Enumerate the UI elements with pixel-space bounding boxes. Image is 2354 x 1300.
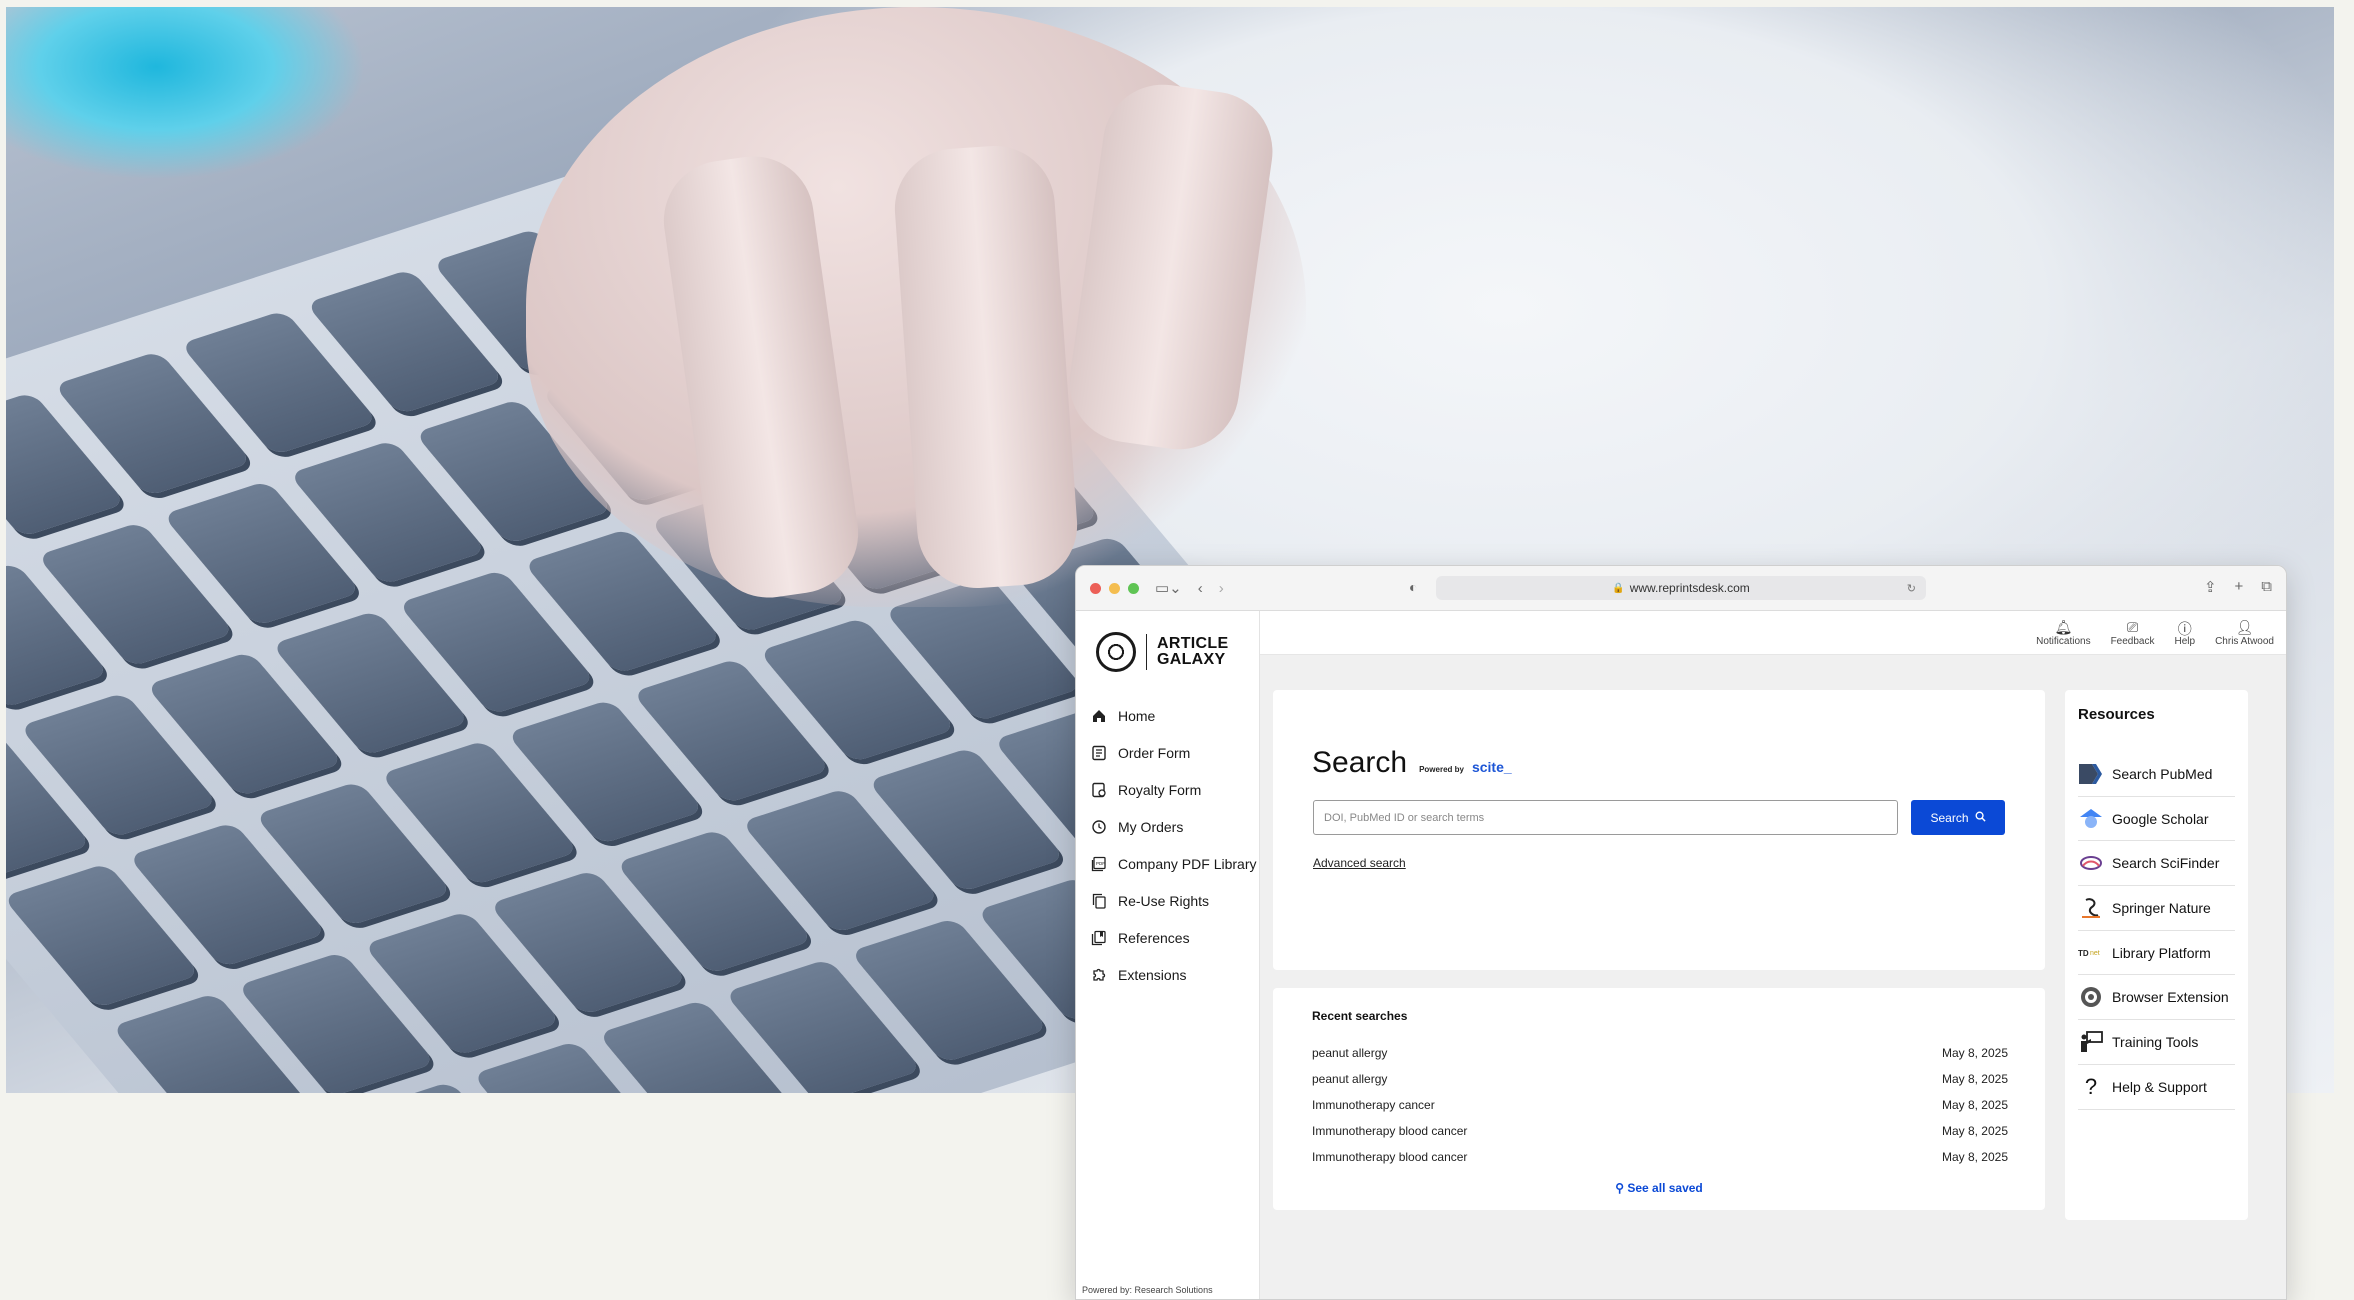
resource-browser-extension[interactable]: Browser Extension xyxy=(2078,975,2235,1021)
puzzle-icon xyxy=(1090,966,1108,984)
history-icon xyxy=(1090,818,1108,836)
resource-search-scifinder[interactable]: Search SciFinder xyxy=(2078,841,2235,887)
sidebar-item-order-form[interactable]: Order Form xyxy=(1076,734,1259,771)
new-tab-icon[interactable]: + xyxy=(2235,578,2244,596)
help-button[interactable]: ⓘ Help xyxy=(2175,619,2196,647)
minimize-window-button[interactable] xyxy=(1109,582,1120,594)
article-galaxy-logo[interactable]: ARTICLE GALAXY xyxy=(1076,611,1259,675)
royalty-icon xyxy=(1090,781,1108,799)
powered-by-label: Powered by xyxy=(1419,765,1464,774)
home-icon xyxy=(1090,707,1108,725)
resource-google-scholar[interactable]: Google Scholar xyxy=(2078,797,2235,842)
privacy-shield-icon[interactable]: ◐ xyxy=(1409,579,1417,595)
scite-logo: scite_ xyxy=(1471,759,1512,775)
user-menu[interactable]: 👤︎ Chris Atwood xyxy=(2215,619,2274,647)
scifinder-icon xyxy=(2078,851,2104,875)
search-title: Search xyxy=(1312,746,1408,779)
training-icon xyxy=(2078,1030,2104,1054)
sidebar-item-extensions[interactable]: Extensions xyxy=(1076,956,1259,993)
saved-search-icon: ⚲ xyxy=(1615,1181,1625,1195)
feedback-button[interactable]: ⎚ Feedback xyxy=(2111,619,2155,647)
back-icon[interactable]: ‹ xyxy=(1198,580,1203,597)
search-panel: Search Powered by scite_ Search Advanced… xyxy=(1273,690,2045,970)
svg-text:net: net xyxy=(2090,950,2100,957)
advanced-search-link[interactable]: Advanced search xyxy=(1313,856,1406,870)
recent-search-row[interactable]: Immunotherapy blood cancer May 8, 2025 xyxy=(1312,1144,2008,1170)
springer-icon xyxy=(2078,896,2104,920)
reload-icon[interactable]: ↻ xyxy=(1907,582,1916,595)
window-controls xyxy=(1090,582,1139,594)
resources-title: Resources xyxy=(2078,706,2155,723)
resource-help-support[interactable]: ? Help & Support xyxy=(2078,1065,2235,1110)
google-scholar-icon xyxy=(2078,807,2104,831)
svg-text:TD: TD xyxy=(2078,949,2089,958)
help-circle-icon: ⓘ xyxy=(2177,620,2192,637)
sidebar-item-company-pdf-library[interactable]: PDF Company PDF Library xyxy=(1076,845,1259,882)
browser-window: ▭⌄ ‹ › ◐ 🔒 www.reprintsdesk.com ↻ ⇪ + ⧉ … xyxy=(1075,565,2287,1300)
share-icon[interactable]: ⇪ xyxy=(2204,578,2217,596)
search-button[interactable]: Search xyxy=(1911,800,2005,835)
sidebar-item-royalty-form[interactable]: Royalty Form xyxy=(1076,771,1259,808)
url-text: www.reprintsdesk.com xyxy=(1629,581,1750,595)
top-bar: 🔔︎ Notifications ⎚ Feedback ⓘ Help 👤︎ Ch… xyxy=(1260,611,2286,655)
pubmed-icon xyxy=(2078,762,2104,786)
sidebar-item-my-orders[interactable]: My Orders xyxy=(1076,808,1259,845)
resource-library-platform[interactable]: TD net Library Platform xyxy=(2078,931,2235,976)
recent-search-row[interactable]: peanut allergy May 8, 2025 xyxy=(1312,1040,2008,1066)
close-window-button[interactable] xyxy=(1090,582,1101,594)
magnifier-icon xyxy=(1975,811,1986,825)
sidebar-toggle-icon[interactable]: ▭⌄ xyxy=(1155,579,1182,597)
help-support-icon: ? xyxy=(2084,1073,2098,1099)
lock-icon: 🔒 xyxy=(1612,582,1625,594)
browser-toolbar: ▭⌄ ‹ › ◐ 🔒 www.reprintsdesk.com ↻ ⇪ + ⧉ xyxy=(1076,566,2286,611)
sidebar-item-home[interactable]: Home xyxy=(1076,697,1259,734)
see-all-saved-link[interactable]: ⚲ See all saved xyxy=(1273,1181,2045,1195)
pdf-icon: PDF xyxy=(1090,855,1108,873)
resources-panel: Resources Search PubMed Google Scholar S… xyxy=(2065,690,2248,1220)
svg-text:PDF: PDF xyxy=(1096,861,1105,866)
tab-overview-icon[interactable]: ⧉ xyxy=(2261,578,2272,596)
copy-icon xyxy=(1090,892,1108,910)
recent-searches-panel: Recent searches peanut allergy May 8, 20… xyxy=(1273,988,2045,1210)
library-platform-icon: TD net xyxy=(2078,941,2104,965)
resource-search-pubmed[interactable]: Search PubMed xyxy=(2078,752,2235,797)
feedback-icon: ⎚ xyxy=(2126,618,2139,635)
sidebar-item-re-use-rights[interactable]: Re-Use Rights xyxy=(1076,882,1259,919)
user-icon: 👤︎ xyxy=(2235,618,2254,635)
sidebar-nav: Home Order Form Royalty Form My Orders P… xyxy=(1076,697,1259,993)
resource-training-tools[interactable]: Training Tools xyxy=(2078,1020,2235,1065)
recent-search-row[interactable]: Immunotherapy cancer May 8, 2025 xyxy=(1312,1092,2008,1118)
main-content: 🔔︎ Notifications ⎚ Feedback ⓘ Help 👤︎ Ch… xyxy=(1260,611,2286,1299)
recent-searches-title: Recent searches xyxy=(1312,1009,1408,1023)
search-input[interactable] xyxy=(1313,800,1898,835)
browser-extension-icon xyxy=(2078,985,2104,1009)
sidebar-item-references[interactable]: References xyxy=(1076,919,1259,956)
address-bar[interactable]: 🔒 www.reprintsdesk.com ↻ xyxy=(1436,576,1926,600)
resource-springer-nature[interactable]: Springer Nature xyxy=(2078,886,2235,931)
references-icon xyxy=(1090,929,1108,947)
recent-search-row[interactable]: Immunotherapy blood cancer May 8, 2025 xyxy=(1312,1118,2008,1144)
recent-search-row[interactable]: peanut allergy May 8, 2025 xyxy=(1312,1066,2008,1092)
notifications-button[interactable]: 🔔︎ Notifications xyxy=(2036,619,2090,647)
logo-mark-icon xyxy=(1096,631,1136,672)
bell-icon: 🔔︎ xyxy=(2054,618,2073,635)
powered-by-footer: Powered by: Research Solutions xyxy=(1082,1285,1213,1295)
sidebar: ARTICLE GALAXY Home Order Form Royalty F… xyxy=(1076,611,1260,1299)
form-icon xyxy=(1090,744,1108,762)
forward-icon[interactable]: › xyxy=(1219,580,1224,597)
maximize-window-button[interactable] xyxy=(1128,582,1139,594)
